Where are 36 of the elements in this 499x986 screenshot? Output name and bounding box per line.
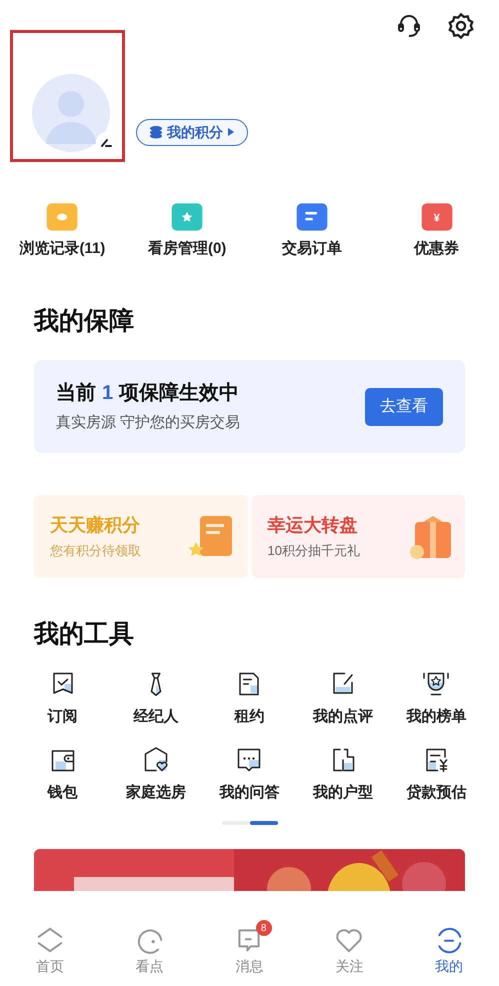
quick-link[interactable]: 交易订单: [282, 238, 342, 260]
quick-link[interactable]: 浏览记录(11): [19, 238, 106, 260]
tool-item[interactable]: 我的户型: [296, 744, 390, 804]
nav-tab[interactable]: 我的: [399, 924, 499, 986]
section-title: 我的工具: [32, 619, 135, 650]
promo-subtitle: 10积分抽千元礼: [268, 542, 360, 560]
triangle-icon: [227, 127, 235, 137]
promo-card[interactable]: 幸运大转盘 10积分抽千元礼: [252, 495, 465, 578]
tool-item[interactable]: 经纪人: [109, 668, 203, 728]
headset-icon[interactable]: [395, 12, 423, 40]
settings-icon[interactable]: [447, 12, 475, 40]
tool-item[interactable]: 家庭选房: [109, 744, 203, 804]
tool-item[interactable]: 我的问答: [202, 744, 296, 804]
points-button[interactable]: 我的积分: [136, 118, 248, 146]
section-title: 我的保障: [32, 306, 135, 336]
nav-tab[interactable]: 首页: [0, 924, 100, 986]
headline: 项保障生效中: [119, 380, 240, 406]
count: 1: [102, 381, 114, 406]
nav-tab[interactable]: 关注: [299, 924, 400, 986]
view-button[interactable]: 去查看: [365, 388, 443, 426]
coins-icon: [149, 125, 163, 139]
tool-item[interactable]: 钱包: [16, 744, 110, 804]
tool-item[interactable]: 我的点评: [296, 668, 390, 728]
tool-item[interactable]: 订阅: [16, 668, 110, 728]
promo-subtitle: 您有积分待领取: [50, 542, 141, 560]
subtitle: 真实房源 守护您的买房交易: [56, 413, 240, 434]
unread-badge: 8: [256, 920, 272, 936]
tool-item[interactable]: 贷款预估: [390, 744, 483, 804]
nav-tab[interactable]: 看点: [100, 924, 200, 986]
quick-link[interactable]: 看房管理(0): [148, 238, 226, 260]
promo-title: 天天赚积分: [50, 514, 141, 538]
promo-title: 幸运大转盘: [268, 514, 358, 538]
headline: 当前: [56, 381, 96, 406]
tool-item[interactable]: 我的榜单: [390, 668, 483, 728]
quick-link[interactable]: 优惠券: [414, 238, 460, 260]
tool-item[interactable]: 租约: [202, 668, 296, 728]
